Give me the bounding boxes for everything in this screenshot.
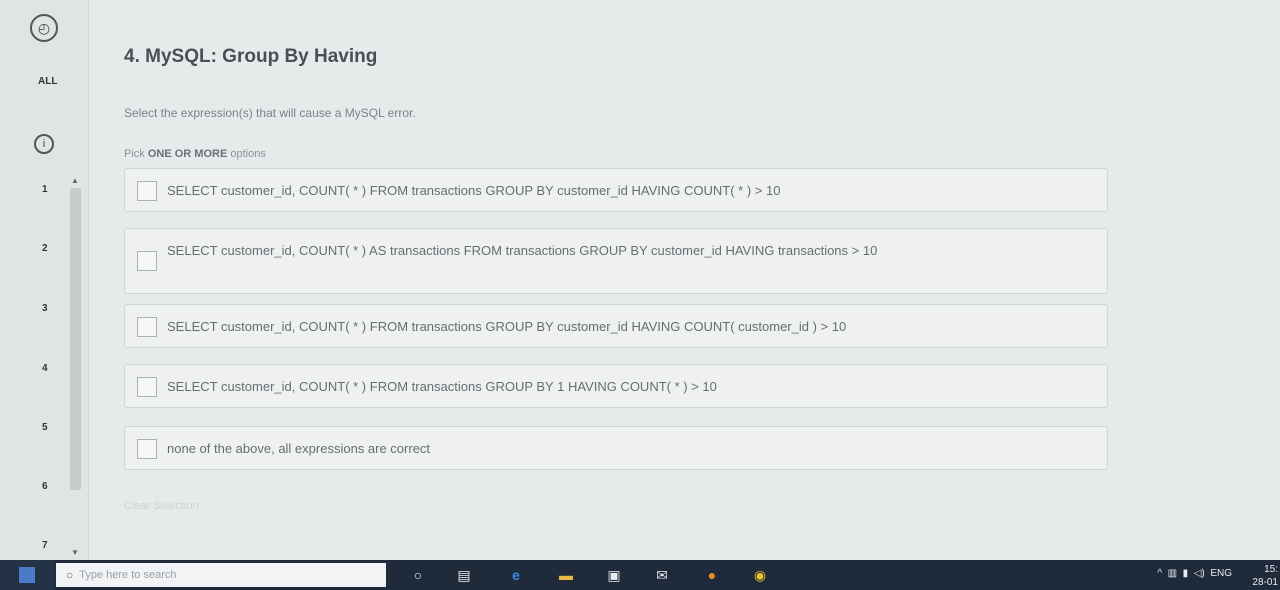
question-nav-rail: ◴ ALL i ▲ ▼ 1 2 3 4 5 6 7 bbox=[0, 0, 89, 560]
option-3-label: SELECT customer_id, COUNT( * ) FROM tran… bbox=[167, 319, 847, 334]
language-indicator[interactable]: ENG bbox=[1210, 568, 1232, 579]
edge-browser-icon[interactable]: e bbox=[506, 566, 526, 584]
option-5-checkbox[interactable] bbox=[137, 439, 157, 459]
timer-icon[interactable]: ◴ bbox=[30, 14, 58, 42]
question-nav-6[interactable]: 6 bbox=[42, 481, 48, 492]
pick-hint: Pick ONE OR MORE options bbox=[124, 148, 266, 160]
option-2[interactable]: SELECT customer_id, COUNT( * ) AS transa… bbox=[124, 228, 1108, 294]
battery-icon[interactable]: ▮ bbox=[1183, 568, 1189, 579]
scroll-down-icon[interactable]: ▼ bbox=[71, 548, 79, 557]
search-icon: ○ bbox=[66, 568, 74, 582]
task-view-grid-icon[interactable]: ▤ bbox=[454, 566, 474, 584]
option-3-checkbox[interactable] bbox=[137, 317, 157, 337]
volume-icon[interactable]: ◁) bbox=[1194, 568, 1205, 579]
rail-scrollbar[interactable] bbox=[70, 188, 81, 490]
clear-selection-link[interactable]: Clear Selection bbox=[124, 500, 199, 512]
option-2-checkbox[interactable] bbox=[137, 251, 157, 271]
option-4-label: SELECT customer_id, COUNT( * ) FROM tran… bbox=[167, 379, 717, 394]
show-hidden-icons-icon[interactable]: ^ bbox=[1157, 568, 1162, 579]
clock-time: 15: bbox=[1264, 564, 1278, 575]
option-2-label: SELECT customer_id, COUNT( * ) AS transa… bbox=[167, 243, 878, 258]
network-icon[interactable]: ▥ bbox=[1168, 568, 1177, 579]
firefox-icon[interactable]: ● bbox=[702, 566, 722, 584]
taskbar-search-placeholder: Type here to search bbox=[79, 569, 177, 581]
start-button[interactable] bbox=[0, 560, 54, 590]
option-1[interactable]: SELECT customer_id, COUNT( * ) FROM tran… bbox=[124, 168, 1108, 212]
all-questions-link[interactable]: ALL bbox=[38, 76, 57, 87]
windows-logo-icon bbox=[19, 567, 35, 583]
mail-icon[interactable]: ✉ bbox=[652, 566, 672, 584]
store-icon[interactable]: ▣ bbox=[604, 566, 624, 584]
clock-date: 28-01 bbox=[1252, 577, 1278, 588]
option-5[interactable]: none of the above, all expressions are c… bbox=[124, 426, 1108, 470]
clock[interactable]: 15: 28-01 bbox=[1252, 563, 1278, 589]
option-1-label: SELECT customer_id, COUNT( * ) FROM tran… bbox=[167, 183, 781, 198]
question-instruction: Select the expression(s) that will cause… bbox=[124, 106, 416, 120]
question-nav-2[interactable]: 2 bbox=[42, 243, 48, 254]
option-1-checkbox[interactable] bbox=[137, 181, 157, 201]
question-nav-4[interactable]: 4 bbox=[42, 363, 48, 374]
question-title: 4. MySQL: Group By Having bbox=[124, 46, 378, 67]
option-3[interactable]: SELECT customer_id, COUNT( * ) FROM tran… bbox=[124, 304, 1108, 348]
taskbar: ○ Type here to search ○ ▤ e ▬ ▣ ✉ ● ◉ ^ … bbox=[0, 560, 1280, 590]
option-5-label: none of the above, all expressions are c… bbox=[167, 441, 431, 456]
chrome-icon[interactable]: ◉ bbox=[750, 566, 770, 584]
file-explorer-icon[interactable]: ▬ bbox=[556, 566, 576, 584]
system-tray: ^ ▥ ▮ ◁) ENG bbox=[1157, 568, 1232, 579]
pick-bold: ONE OR MORE bbox=[147, 148, 228, 160]
taskbar-search[interactable]: ○ Type here to search bbox=[56, 563, 386, 587]
task-view-icon[interactable]: ○ bbox=[408, 566, 428, 584]
info-icon[interactable]: i bbox=[34, 134, 54, 154]
option-4[interactable]: SELECT customer_id, COUNT( * ) FROM tran… bbox=[124, 364, 1108, 408]
scroll-up-icon[interactable]: ▲ bbox=[71, 176, 79, 185]
question-nav-3[interactable]: 3 bbox=[42, 303, 48, 314]
pick-suffix: options bbox=[227, 148, 266, 160]
question-nav-5[interactable]: 5 bbox=[42, 422, 48, 433]
question-nav-1[interactable]: 1 bbox=[42, 184, 48, 195]
pick-prefix: Pick bbox=[124, 148, 148, 160]
question-nav-7[interactable]: 7 bbox=[42, 540, 48, 551]
question-panel: 4. MySQL: Group By Having Select the exp… bbox=[88, 0, 1280, 560]
option-4-checkbox[interactable] bbox=[137, 377, 157, 397]
